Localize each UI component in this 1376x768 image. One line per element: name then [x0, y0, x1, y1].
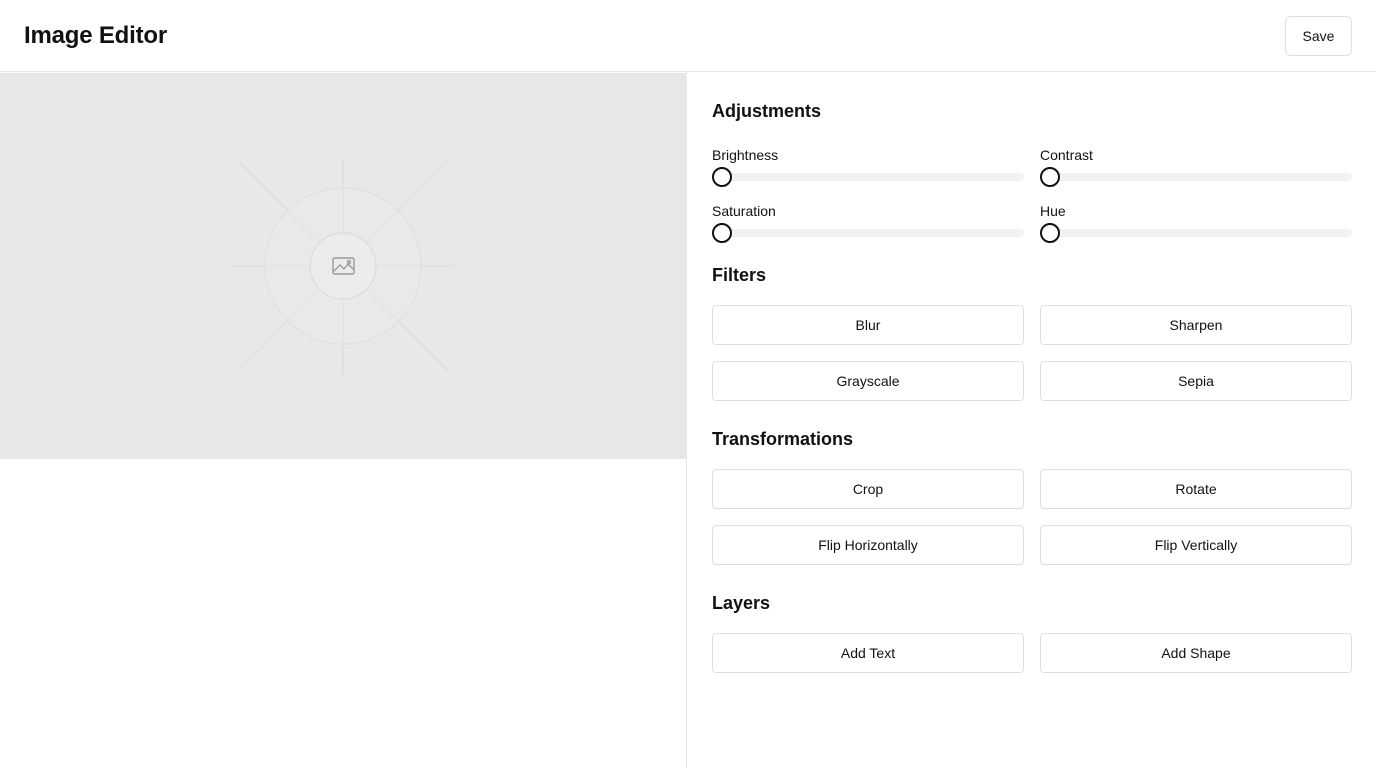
transformations-title: Transformations	[712, 429, 854, 449]
contrast-slider[interactable]	[1040, 167, 1352, 187]
saturation-slider-group: Saturation	[712, 201, 1024, 245]
image-canvas[interactable]	[0, 73, 687, 459]
contrast-thumb[interactable]	[1040, 167, 1060, 187]
saturation-label: Saturation	[712, 203, 776, 219]
brightness-thumb[interactable]	[712, 167, 732, 187]
top-bar: Image Editor Save	[0, 0, 1376, 72]
saturation-slider[interactable]	[712, 223, 1024, 243]
hue-slider-group: Hue	[1040, 201, 1352, 245]
contrast-slider-group: Contrast	[1040, 145, 1352, 189]
layers-title: Layers	[712, 593, 771, 613]
blur-button[interactable]: Blur	[712, 305, 1024, 345]
canvas-panel	[0, 73, 687, 768]
saturation-thumb[interactable]	[712, 223, 732, 243]
flip-vertically-button[interactable]: Flip Vertically	[1040, 525, 1352, 565]
filters-title: Filters	[712, 265, 767, 285]
crop-button[interactable]: Crop	[712, 469, 1024, 509]
image-placeholder	[233, 158, 453, 375]
sepia-button[interactable]: Sepia	[1040, 361, 1352, 401]
app-title: Image Editor	[24, 22, 167, 49]
hue-slider[interactable]	[1040, 223, 1352, 243]
contrast-label: Contrast	[1040, 147, 1093, 163]
flip-horizontally-button[interactable]: Flip Horizontally	[712, 525, 1024, 565]
brightness-slider[interactable]	[712, 167, 1024, 187]
save-button[interactable]: Save	[1285, 16, 1352, 56]
hue-thumb[interactable]	[1040, 223, 1060, 243]
add-shape-button[interactable]: Add Shape	[1040, 633, 1352, 673]
grayscale-button[interactable]: Grayscale	[712, 361, 1024, 401]
sharpen-button[interactable]: Sharpen	[1040, 305, 1352, 345]
brightness-slider-group: Brightness	[712, 145, 1024, 189]
tools-panel: Adjustments Brightness Contrast Saturati…	[688, 73, 1376, 768]
hue-label: Hue	[1040, 203, 1066, 219]
add-text-button[interactable]: Add Text	[712, 633, 1024, 673]
brightness-label: Brightness	[712, 147, 779, 163]
adjustments-title: Adjustments	[712, 101, 822, 121]
rotate-button[interactable]: Rotate	[1040, 469, 1352, 509]
